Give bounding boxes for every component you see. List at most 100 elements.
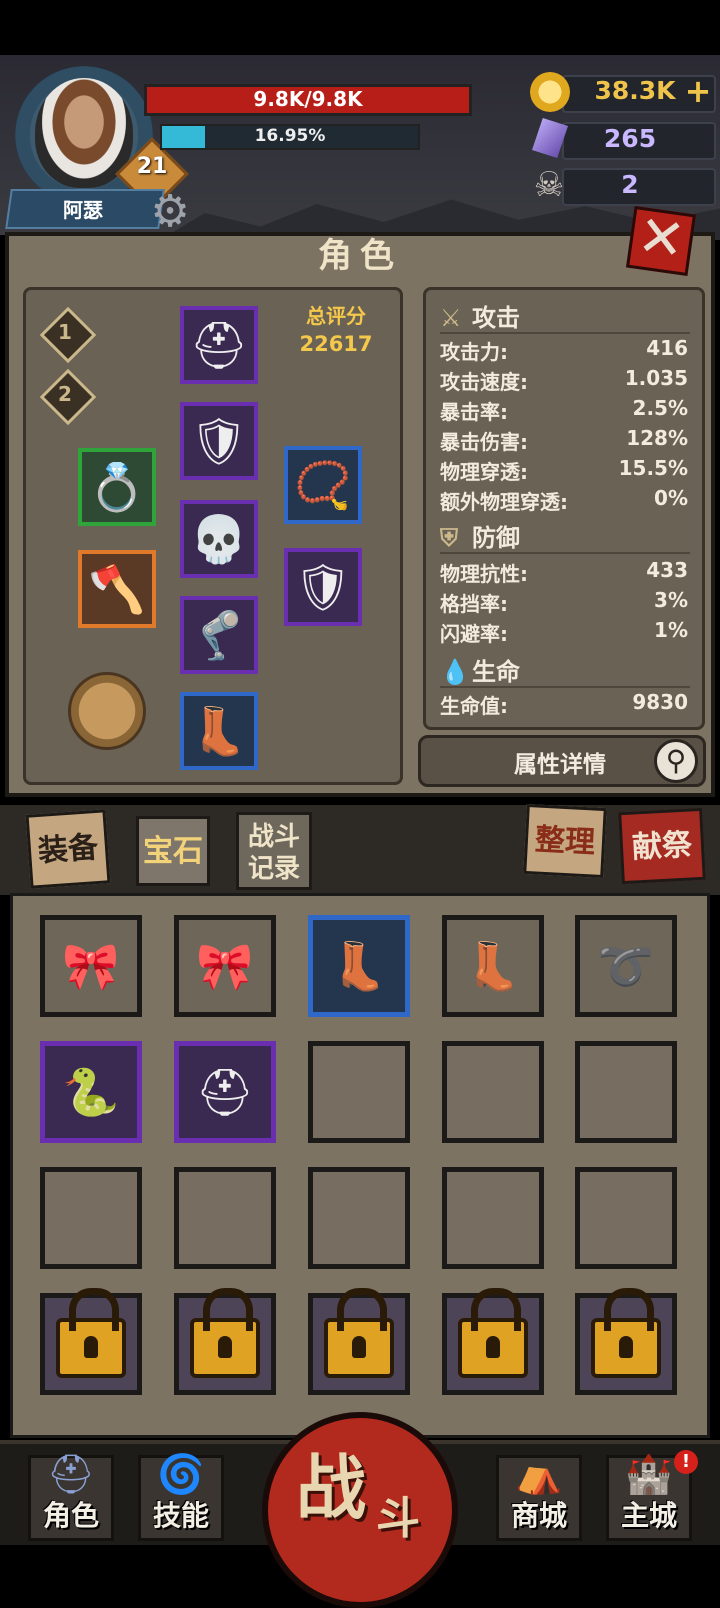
add-gold-button[interactable]: + — [682, 72, 714, 110]
attack-title: 攻击 — [472, 304, 520, 332]
helmet-nav-icon: ⛑ — [46, 1452, 96, 1496]
gem-amount: 265 — [603, 124, 657, 153]
sacrifice-button[interactable]: 献祭 — [618, 807, 706, 885]
tab-gems[interactable]: 宝石 — [136, 816, 210, 886]
preset-2-label: 2 — [58, 382, 72, 406]
sort-button[interactable]: 整理 — [523, 803, 607, 879]
equip-slot-weapon[interactable]: 🪓 — [78, 550, 156, 628]
inventory-item-slot[interactable]: 👢 — [308, 915, 410, 1017]
attribute-detail-label: 属性详情 — [514, 752, 606, 778]
tab-battle-log[interactable]: 战斗 记录 — [236, 812, 312, 890]
inventory-item-slot[interactable]: 👢 — [442, 915, 544, 1017]
close-button[interactable]: ✕ — [625, 203, 697, 277]
magnifier-icon[interactable]: ⚲ — [654, 739, 698, 783]
armor-icon: 🛡 — [189, 414, 249, 468]
nav-shop-label: 商城 — [510, 1499, 567, 1532]
equip-slot-helmet[interactable]: ⛑ — [180, 306, 258, 384]
shield-icon: 🛡 — [293, 560, 353, 614]
stat-row: 物理穿透: 15.5% — [440, 456, 688, 484]
lock-icon — [458, 1287, 528, 1378]
greaves-icon: 🦿 — [190, 608, 248, 662]
equip-slot-legs[interactable]: 🦿 — [180, 596, 258, 674]
stat-row: 生命值: 9830 — [440, 690, 688, 718]
divider — [440, 332, 690, 334]
locked-slot[interactable] — [308, 1287, 410, 1395]
ram-skull-icon: ☠ — [533, 165, 565, 205]
exp-text: 16.95% — [254, 126, 326, 146]
empty-slot[interactable] — [442, 1041, 544, 1143]
serpent-staff-icon: 🐍 — [62, 1065, 120, 1119]
gold-coin-icon — [530, 72, 570, 112]
empty-slot[interactable] — [40, 1167, 142, 1269]
helmet-icon: ⛑ — [189, 318, 249, 372]
gear-icon[interactable]: ⚙ — [146, 188, 194, 236]
inventory-item-slot[interactable]: 🎀 — [174, 915, 276, 1017]
soul-amount: 2 — [621, 170, 639, 199]
knight-helmet-icon: ⛑ — [195, 1065, 255, 1119]
lock-icon — [56, 1287, 126, 1378]
droplet-icon: 💧 — [440, 658, 470, 686]
inventory-item-slot[interactable]: 🐍 — [40, 1041, 142, 1143]
swirl-icon: 🌀 — [157, 1452, 205, 1496]
nav-city-label: 主城 — [620, 1499, 677, 1532]
life-title: 生命 — [472, 658, 520, 686]
equip-slot-necklace[interactable]: 📿 — [284, 446, 362, 524]
boots-icon: 👢 — [190, 704, 248, 758]
skull-belt-icon: 💀 — [190, 512, 248, 566]
shield-badge-icon: ⛨ — [440, 524, 458, 552]
divider — [440, 552, 690, 554]
empty-slot[interactable] — [174, 1167, 276, 1269]
stats-box: ⚔ 攻击 攻击力: 416 攻击速度: 1.035 暴击率: 2.5% 暴击伤害: 128… — [423, 287, 705, 730]
axe-icon: 🪓 — [88, 562, 146, 616]
lock-icon — [591, 1287, 661, 1378]
equip-slot-boots[interactable]: 👢 — [180, 692, 258, 770]
empty-slot[interactable] — [575, 1041, 677, 1143]
empty-slot[interactable] — [442, 1167, 544, 1269]
defense-title: 防御 — [472, 524, 520, 552]
empty-slot[interactable] — [308, 1167, 410, 1269]
inventory-item-slot[interactable]: ⛑ — [174, 1041, 276, 1143]
equip-slot-offhand[interactable]: 🛡 — [284, 548, 362, 626]
stat-row: 格挡率: 3% — [440, 588, 688, 616]
tab-equipment[interactable]: 装备 — [25, 809, 111, 889]
headband-icon: 🎀 — [62, 939, 120, 993]
ring-icon: 💍 — [88, 460, 146, 514]
tent-icon: ⛺ — [515, 1452, 563, 1496]
stat-row: 闪避率: 1% — [440, 618, 688, 646]
battle-label-1: 战 — [296, 1447, 366, 1529]
score-label: 总评分 — [306, 304, 366, 328]
empty-slot[interactable] — [308, 1041, 410, 1143]
stat-row: 攻击力: 416 — [440, 336, 688, 364]
empty-slot[interactable] — [575, 1167, 677, 1269]
hp-text: 9.8K/9.8K — [253, 87, 363, 111]
boots-icon: 👢 — [330, 939, 388, 993]
status-bar — [0, 0, 720, 55]
lock-icon — [324, 1287, 394, 1378]
battle-label-2: 斗 — [376, 1493, 420, 1544]
inventory-item-slot[interactable]: 🎀 — [40, 915, 142, 1017]
stat-row: 暴击率: 2.5% — [440, 396, 688, 424]
rune-coin-icon[interactable] — [68, 672, 146, 750]
player-name: 阿瑟 — [63, 198, 103, 222]
attack-heading: ⚔ 攻击 — [440, 298, 520, 333]
tab-battle-log-line1: 战斗 — [247, 822, 300, 852]
locked-slot[interactable] — [442, 1287, 544, 1395]
nav-skills-label: 技能 — [152, 1499, 209, 1532]
stat-row: 物理抗性: 433 — [440, 558, 688, 586]
equip-slot-ring[interactable]: 💍 — [78, 448, 156, 526]
necklace-icon: 📿 — [294, 458, 352, 512]
stat-row: 攻击速度: 1.035 — [440, 366, 688, 394]
locked-slot[interactable] — [174, 1287, 276, 1395]
notification-badge: ! — [674, 1450, 698, 1474]
equip-slot-chest[interactable]: 🛡 — [180, 402, 258, 480]
headband-icon: 🎀 — [196, 939, 254, 993]
stat-row: 暴击伤害: 128% — [440, 426, 688, 454]
panel-title: 角色 — [318, 236, 402, 276]
stat-row: 额外物理穿透: 0% — [440, 486, 688, 514]
inventory-item-slot[interactable]: ➰ — [575, 915, 677, 1017]
equip-slot-belt[interactable]: 💀 — [180, 500, 258, 578]
preset-1-label: 1 — [58, 320, 72, 344]
locked-slot[interactable] — [575, 1287, 677, 1395]
boots-icon: 👢 — [464, 939, 522, 993]
locked-slot[interactable] — [40, 1287, 142, 1395]
